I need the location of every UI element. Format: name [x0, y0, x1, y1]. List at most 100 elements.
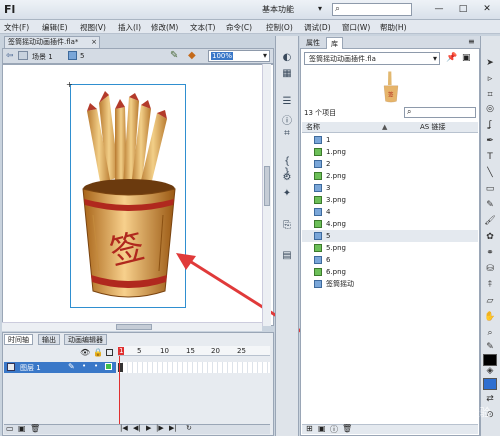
3d-rotation-tool-icon[interactable]: ◎	[483, 104, 497, 116]
pin-icon[interactable]: 📌	[446, 53, 457, 63]
text-tool-icon[interactable]: T	[483, 152, 497, 164]
tab-library[interactable]: 库	[326, 37, 343, 49]
tab-properties[interactable]: 属性	[302, 37, 324, 49]
breadcrumb-scene[interactable]: 场景 1	[32, 52, 53, 62]
new-layer-icon[interactable]: ▭	[6, 424, 14, 433]
menu-control[interactable]: 控制(O)	[266, 22, 293, 33]
edit-symbols-icon[interactable]: ◆	[188, 50, 196, 61]
free-transform-tool-icon[interactable]: ⌗	[483, 90, 497, 102]
last-frame-icon[interactable]: ▶|	[169, 424, 177, 432]
frame-track[interactable]	[118, 362, 270, 373]
symbol-bounding-box[interactable]: 签	[70, 84, 186, 308]
menu-help[interactable]: 帮助(H)	[380, 22, 407, 33]
outline-icon[interactable]	[106, 349, 113, 356]
stroke-color-swatch[interactable]	[483, 354, 497, 366]
tab-timeline[interactable]: 时间轴	[4, 334, 33, 345]
code-snippets-icon[interactable]: { }	[280, 156, 294, 178]
zoom-tool-icon[interactable]: ⌕	[483, 328, 497, 340]
close-button[interactable]: ✕	[476, 2, 498, 16]
panel-menu-icon[interactable]: ≡	[468, 37, 475, 46]
layer-name[interactable]: 图层 1	[20, 363, 41, 373]
workspace-switcher[interactable]: 基本功能 ▾	[262, 4, 322, 16]
stage-horizontal-scrollbar[interactable]	[2, 322, 262, 331]
menu-view[interactable]: 视图(V)	[80, 22, 106, 33]
scrollbar-thumb[interactable]	[116, 324, 152, 330]
transform-icon[interactable]: ⌗	[280, 128, 294, 140]
new-library-panel-icon[interactable]: ▣	[462, 53, 471, 63]
tab-motion-editor[interactable]: 动画编辑器	[64, 334, 107, 345]
play-icon[interactable]: ▶	[146, 424, 151, 432]
pencil-tool-icon[interactable]: ✎	[483, 200, 497, 212]
new-folder-icon[interactable]: ▣	[318, 424, 326, 433]
back-arrow-icon[interactable]: ⇦	[6, 51, 14, 61]
library-item[interactable]: 3	[302, 182, 478, 194]
bone-tool-icon[interactable]: ⚭	[483, 248, 497, 260]
menu-insert[interactable]: 插入(I)	[118, 22, 141, 33]
new-folder-icon[interactable]: ▣	[18, 424, 26, 433]
motion-presets-icon[interactable]: ✦	[280, 188, 294, 200]
align-icon[interactable]: ☰	[280, 96, 294, 108]
library-item[interactable]: 签筒摇动	[302, 278, 478, 290]
library-item[interactable]: 3.png	[302, 194, 478, 206]
eyedropper-tool-icon[interactable]: ⤉	[483, 280, 497, 292]
prev-frame-icon[interactable]: ◀|	[133, 424, 141, 432]
properties-icon[interactable]: ⓘ	[330, 424, 338, 435]
menu-window[interactable]: 窗口(W)	[342, 22, 370, 33]
outline-color-swatch[interactable]	[105, 363, 112, 370]
stage-vertical-scrollbar[interactable]	[262, 64, 271, 326]
maximize-button[interactable]: □	[452, 2, 474, 16]
menu-edit[interactable]: 编辑(E)	[42, 22, 68, 33]
zoom-select[interactable]: 100% ▾	[208, 50, 270, 62]
paint-bucket-tool-icon[interactable]: ⛁	[483, 264, 497, 276]
document-tab[interactable]: 签筒摇动动画插件.fla* ×	[4, 36, 100, 48]
swatches-icon[interactable]: ▦	[280, 68, 294, 80]
deco-tool-icon[interactable]: ✿	[483, 232, 497, 244]
edit-scene-icon[interactable]: ✎	[170, 50, 178, 61]
eye-icon[interactable]: 👁	[80, 348, 90, 357]
loop-icon[interactable]: ↻	[186, 424, 192, 432]
library-document-select[interactable]: 签筒摇动动画插件.fla ▾	[304, 52, 440, 65]
hand-tool-icon[interactable]: ✋	[483, 312, 497, 324]
history-icon[interactable]: ⎘	[280, 220, 294, 232]
scrollbar-thumb[interactable]	[264, 166, 270, 206]
library-item[interactable]: 4.png	[302, 218, 478, 230]
library-search-input[interactable]: ⌕	[404, 107, 476, 118]
tab-output[interactable]: 输出	[38, 334, 60, 345]
library-item[interactable]: 1	[302, 134, 478, 146]
visibility-dot[interactable]: •	[82, 362, 86, 370]
library-item[interactable]: 2.png	[302, 170, 478, 182]
menu-modify[interactable]: 修改(M)	[151, 22, 178, 33]
components-icon[interactable]: ⚙	[280, 172, 294, 184]
next-frame-icon[interactable]: |▶	[156, 424, 164, 432]
line-tool-icon[interactable]: ╲	[483, 168, 497, 180]
library-item[interactable]: 1.png	[302, 146, 478, 158]
lock-dot[interactable]: •	[94, 362, 98, 370]
first-frame-icon[interactable]: |◀	[120, 424, 128, 432]
selection-tool-icon[interactable]: ➤	[483, 58, 497, 70]
breadcrumb-symbol[interactable]: 5	[80, 52, 84, 60]
menu-text[interactable]: 文本(T)	[190, 22, 215, 33]
library-item[interactable]: 5.png	[302, 242, 478, 254]
new-symbol-icon[interactable]: ⊞	[306, 424, 313, 433]
column-linkage[interactable]: AS 链接	[420, 122, 445, 132]
color-icon[interactable]: ◐	[280, 52, 294, 64]
layer-row[interactable]: 图层 1 ✎ • •	[4, 362, 116, 373]
delete-icon[interactable]: 🗑	[30, 424, 40, 433]
info-icon[interactable]: ⓘ	[280, 112, 294, 127]
subselection-tool-icon[interactable]: ▹	[483, 74, 497, 86]
menu-commands[interactable]: 命令(C)	[226, 22, 252, 33]
pen-tool-icon[interactable]: ✒	[483, 136, 497, 148]
library-item-selected[interactable]: 5	[302, 230, 478, 242]
library-item[interactable]: 2	[302, 158, 478, 170]
library-item[interactable]: 6.png	[302, 266, 478, 278]
close-icon[interactable]: ×	[91, 37, 97, 48]
delete-icon[interactable]: 🗑	[342, 424, 352, 433]
rectangle-tool-icon[interactable]: ▭	[483, 184, 497, 196]
menu-file[interactable]: 文件(F)	[4, 22, 29, 33]
library-item[interactable]: 4	[302, 206, 478, 218]
lock-icon[interactable]: 🔒	[93, 348, 103, 357]
library-item[interactable]: 6	[302, 254, 478, 266]
column-name[interactable]: 名称	[306, 122, 320, 132]
lasso-tool-icon[interactable]: ʆ	[483, 120, 497, 132]
playhead[interactable]	[119, 356, 120, 432]
